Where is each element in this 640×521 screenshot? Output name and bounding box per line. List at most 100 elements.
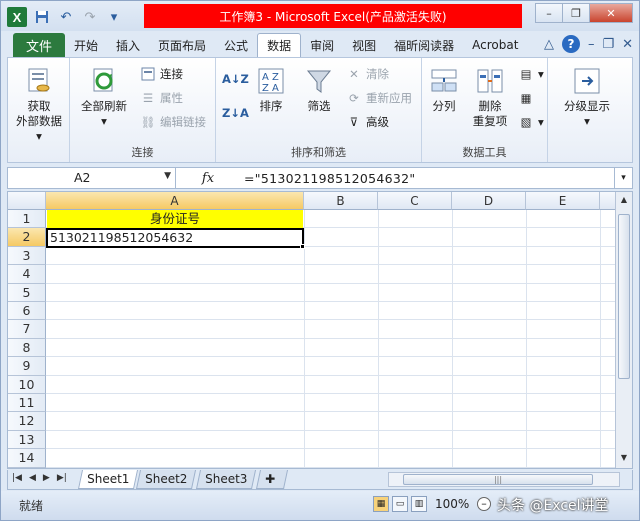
reapply-button[interactable]: ⟳ 重新应用 [346, 90, 412, 106]
row-header-6[interactable]: 6 [8, 302, 46, 321]
select-all-corner[interactable] [8, 192, 46, 210]
redo-icon[interactable]: ↷ [81, 8, 99, 26]
scroll-down-icon[interactable]: ▼ [618, 453, 630, 467]
name-box[interactable]: A2 ▼ [8, 168, 176, 188]
scroll-up-icon[interactable]: ▲ [618, 195, 630, 209]
close-button[interactable]: ✕ [589, 3, 633, 23]
sort-button[interactable]: AZZA 排序 [252, 66, 290, 114]
name-box-dropdown-icon[interactable]: ▼ [164, 171, 171, 181]
edit-links-button[interactable]: ⛓ 编辑链接 [140, 114, 206, 130]
tab-foxit-reader[interactable]: 福昕阅读器 [385, 33, 463, 57]
sheet-nav-buttons: |◀ ◀ ▶ ▶| [12, 473, 67, 483]
tab-formulas[interactable]: 公式 [215, 33, 257, 57]
row-header-4[interactable]: 4 [8, 265, 46, 284]
sort-descending-button[interactable]: Z↓A [222, 106, 249, 120]
sort-ascending-button[interactable]: A↓Z [222, 72, 249, 86]
row-header-5[interactable]: 5 [8, 283, 46, 302]
help-icon[interactable]: ? [561, 35, 580, 53]
group-label-data-tools: 数据工具 [462, 146, 507, 159]
data-validation-button[interactable]: ▤ ▾ [518, 66, 544, 82]
properties-button[interactable]: ☰ 属性 [140, 90, 183, 106]
tab-view[interactable]: 视图 [343, 33, 385, 57]
normal-view-icon[interactable]: ▦ [373, 496, 389, 512]
insert-sheet-button[interactable]: ✚ [255, 470, 289, 489]
row-header-9[interactable]: 9 [8, 357, 46, 376]
first-sheet-icon[interactable]: |◀ [12, 473, 22, 483]
horizontal-scrollbar[interactable]: ||| [388, 472, 620, 487]
row-header-11[interactable]: 11 [8, 394, 46, 413]
workbook-minimize-icon[interactable]: – [588, 37, 595, 52]
outline-button[interactable]: 分级显示 ▾ [552, 66, 622, 129]
column-header-d[interactable]: D [452, 192, 526, 210]
minimize-ribbon-icon[interactable]: △ [544, 37, 554, 52]
text-to-columns-button[interactable]: 分列 [426, 66, 462, 114]
consolidate-button[interactable]: ▦ [518, 90, 534, 106]
row-header-7[interactable]: 7 [8, 320, 46, 339]
grid-line [46, 319, 616, 321]
column-header-e[interactable]: E [526, 192, 600, 210]
grid-line [46, 282, 616, 284]
workbook-restore-icon[interactable]: ❐ [602, 37, 614, 52]
tab-review[interactable]: 审阅 [301, 33, 343, 57]
customize-quick-access-icon[interactable]: ▾ [105, 8, 123, 26]
tab-home[interactable]: 开始 [65, 33, 107, 57]
get-external-data-button[interactable]: 获取 外部数据 ▾ [14, 66, 64, 144]
insert-function-button[interactable]: fx [176, 171, 240, 186]
row-header-8[interactable]: 8 [8, 338, 46, 358]
column-header-c[interactable]: C [378, 192, 452, 210]
tab-data[interactable]: 数据 [257, 33, 302, 57]
row-header-1[interactable]: 1 [8, 210, 46, 229]
formula-input[interactable]: ="513021198512054632" [240, 171, 614, 186]
excel-window: X ↶ ↷ ▾ 工作簿3 - Microsoft Excel(产品激活失败) –… [0, 0, 640, 521]
vertical-scroll-thumb[interactable] [618, 214, 630, 379]
sheet-tab-sheet2[interactable]: Sheet2 [135, 470, 197, 489]
minimize-button[interactable]: – [535, 3, 563, 23]
expand-formula-icon[interactable]: ▾ [614, 168, 632, 188]
horizontal-scroll-thumb[interactable]: ||| [403, 474, 593, 485]
clear-button[interactable]: ✕ 清除 [346, 66, 389, 82]
zoom-out-button[interactable]: – [477, 497, 491, 511]
prev-sheet-icon[interactable]: ◀ [29, 473, 36, 483]
zoom-level[interactable]: 100% [435, 497, 469, 511]
row-header-12[interactable]: 12 [8, 412, 46, 431]
tab-page-layout[interactable]: 页面布局 [149, 33, 215, 57]
page-layout-view-icon[interactable]: ▭ [392, 496, 408, 512]
next-sheet-icon[interactable]: ▶ [43, 473, 50, 483]
grid-line [46, 429, 616, 431]
text-to-columns-label: 分列 [432, 99, 456, 113]
row-header-3[interactable]: 3 [8, 246, 46, 266]
excel-logo-icon[interactable]: X [7, 7, 27, 27]
quick-access-toolbar: X ↶ ↷ ▾ [7, 7, 123, 27]
sheet-tab-sheet3[interactable]: Sheet3 [195, 470, 257, 489]
restore-button[interactable]: ❐ [562, 3, 590, 23]
grid-line [46, 393, 616, 394]
tab-file[interactable]: 文件 [13, 33, 65, 57]
connections-label: 连接 [160, 67, 183, 81]
row-header-2[interactable]: 2 [8, 228, 46, 247]
save-icon[interactable] [33, 8, 51, 26]
filter-button[interactable]: 筛选 [300, 66, 338, 114]
last-sheet-icon[interactable]: ▶| [57, 473, 67, 483]
tab-acrobat[interactable]: Acrobat [463, 33, 527, 57]
undo-icon[interactable]: ↶ [57, 8, 75, 26]
tab-insert[interactable]: 插入 [107, 33, 149, 57]
row-header-13[interactable]: 13 [8, 430, 46, 450]
row-header-14[interactable]: 14 [8, 449, 46, 468]
remove-duplicates-button[interactable]: 删除 重复项 [468, 66, 512, 129]
workbook-close-icon[interactable]: ✕ [622, 37, 633, 52]
vertical-scrollbar[interactable]: ▲ ▼ [615, 192, 632, 468]
sheet-tab-sheet1[interactable]: Sheet1 [77, 470, 139, 489]
cell-a2-selected[interactable]: 513021198512054632 [46, 228, 304, 248]
grid-line [46, 337, 616, 339]
cell-a1[interactable]: 身份证号 [47, 210, 303, 228]
refresh-all-button[interactable]: 全部刷新 ▾ [76, 66, 132, 129]
column-header-a[interactable]: A [46, 192, 304, 210]
what-if-button[interactable]: ▧ ▾ [518, 114, 544, 130]
row-header-10[interactable]: 10 [8, 375, 46, 394]
connections-button[interactable]: 连接 [140, 66, 183, 82]
worksheet-grid[interactable]: A B C D E 1 2 3 4 5 6 7 8 9 10 11 12 13 14 身份证号 51302… [7, 191, 633, 469]
column-header-b[interactable]: B [304, 192, 378, 210]
advanced-button[interactable]: ⊽ 高级 [346, 114, 389, 130]
fill-handle[interactable] [300, 244, 305, 249]
page-break-view-icon[interactable]: ▥ [411, 496, 427, 512]
